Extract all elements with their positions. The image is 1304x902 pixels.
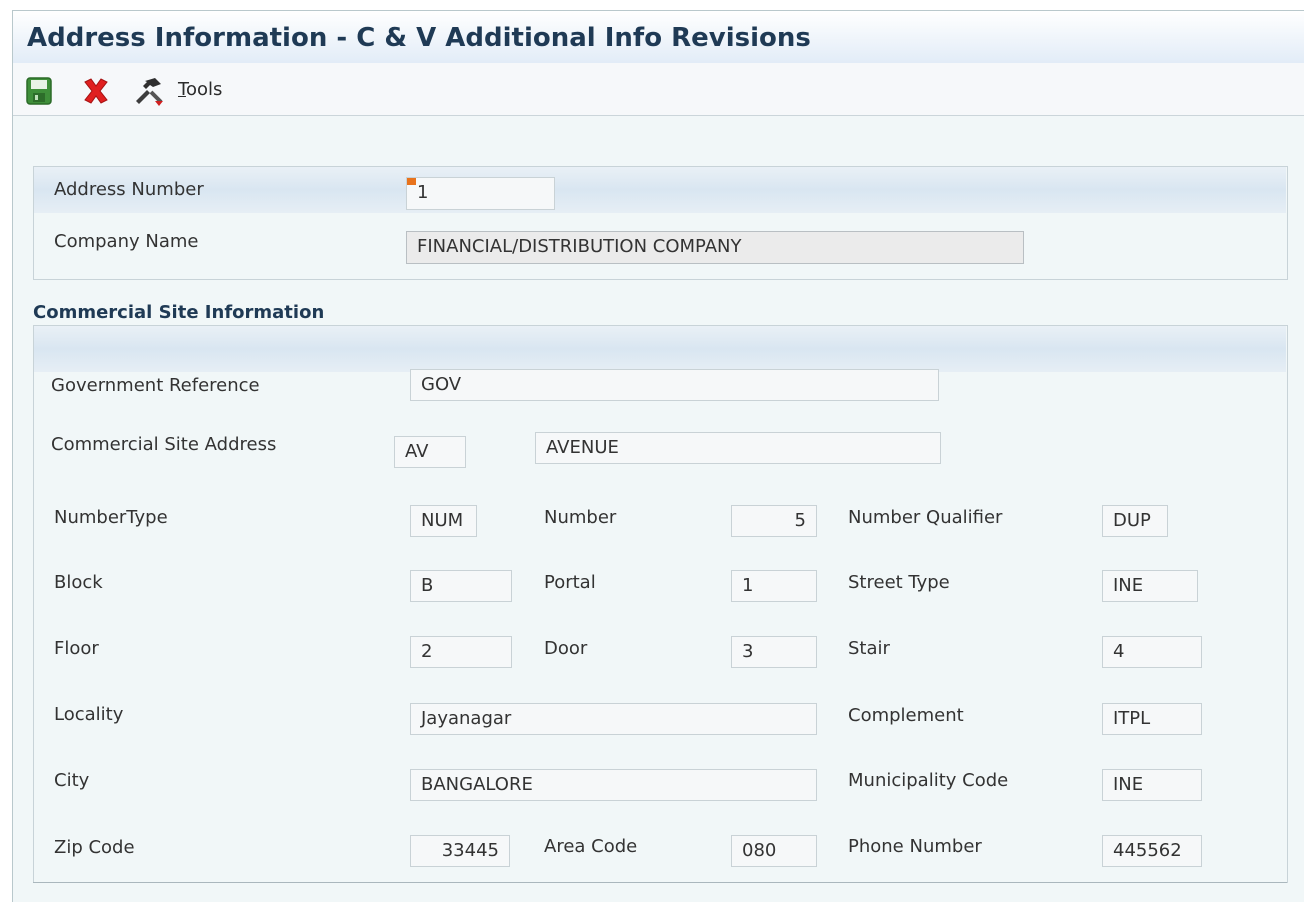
zip-code-field[interactable]: 33445 bbox=[410, 835, 510, 867]
block-field[interactable]: B bbox=[410, 570, 512, 602]
site-address-description-field[interactable]: AVENUE bbox=[535, 432, 941, 464]
window-left-edge bbox=[12, 10, 13, 902]
area-code-label: Area Code bbox=[544, 836, 638, 857]
title-bar: Address Information - C & V Additional I… bbox=[13, 10, 1304, 63]
window-left-border bbox=[0, 0, 12, 902]
street-type-field[interactable]: INE bbox=[1102, 570, 1198, 602]
page-title: Address Information - C & V Additional I… bbox=[27, 23, 811, 53]
section-title-commercial-site: Commercial Site Information bbox=[33, 302, 325, 323]
complement-field[interactable]: ITPL bbox=[1102, 703, 1202, 735]
number-type-field[interactable]: NUM bbox=[410, 505, 477, 537]
street-type-label: Street Type bbox=[848, 572, 950, 593]
portal-label: Portal bbox=[544, 572, 596, 593]
tools-label-rest: ools bbox=[185, 79, 223, 100]
door-field[interactable]: 3 bbox=[731, 636, 817, 668]
phone-number-label: Phone Number bbox=[848, 836, 982, 857]
cancel-button[interactable] bbox=[81, 76, 111, 106]
header-band bbox=[34, 167, 1286, 213]
number-field[interactable]: 5 bbox=[731, 505, 817, 537]
commercial-band bbox=[34, 326, 1286, 372]
site-address-code-field[interactable]: AV bbox=[394, 436, 466, 468]
tools-accelerator-letter: T bbox=[178, 79, 186, 100]
number-qualifier-label: Number Qualifier bbox=[848, 507, 1003, 528]
zip-code-label: Zip Code bbox=[54, 837, 135, 858]
locality-label: Locality bbox=[54, 704, 124, 725]
municipality-code-field[interactable]: INE bbox=[1102, 769, 1202, 801]
save-disk-icon bbox=[26, 77, 52, 105]
block-label: Block bbox=[54, 572, 103, 593]
company-name-label: Company Name bbox=[54, 231, 199, 252]
number-label: Number bbox=[544, 507, 617, 528]
close-x-icon bbox=[84, 78, 108, 104]
city-field[interactable]: BANGALORE bbox=[410, 769, 817, 801]
municipality-code-label: Municipality Code bbox=[848, 770, 1009, 791]
number-qualifier-field[interactable]: DUP bbox=[1102, 505, 1168, 537]
government-reference-label: Government Reference bbox=[51, 375, 260, 396]
floor-label: Floor bbox=[54, 638, 99, 659]
tools-hammer-icon bbox=[136, 78, 163, 106]
phone-number-field[interactable]: 445562 bbox=[1102, 835, 1202, 867]
locality-field[interactable]: Jayanagar bbox=[410, 703, 817, 735]
tools-menu[interactable]: Tools bbox=[178, 79, 222, 100]
panel-bottom-shadow bbox=[33, 882, 1287, 883]
floor-field[interactable]: 2 bbox=[410, 636, 512, 668]
save-button[interactable] bbox=[25, 76, 53, 106]
door-label: Door bbox=[544, 638, 588, 659]
area-code-field[interactable]: 080 bbox=[731, 835, 817, 867]
tools-icon-button[interactable] bbox=[133, 75, 167, 107]
stair-label: Stair bbox=[848, 638, 890, 659]
city-label: City bbox=[54, 770, 90, 791]
portal-field[interactable]: 1 bbox=[731, 570, 817, 602]
government-reference-field[interactable]: GOV bbox=[410, 369, 939, 401]
commercial-site-address-label: Commercial Site Address bbox=[51, 434, 277, 455]
toolbar: Tools bbox=[13, 63, 1304, 116]
company-name-field: FINANCIAL/DISTRIBUTION COMPANY bbox=[406, 231, 1024, 264]
number-type-label: NumberType bbox=[54, 507, 168, 528]
address-number-label: Address Number bbox=[54, 179, 204, 200]
stair-field[interactable]: 4 bbox=[1102, 636, 1202, 668]
address-number-field[interactable]: 1 bbox=[406, 177, 555, 210]
complement-label: Complement bbox=[848, 705, 964, 726]
